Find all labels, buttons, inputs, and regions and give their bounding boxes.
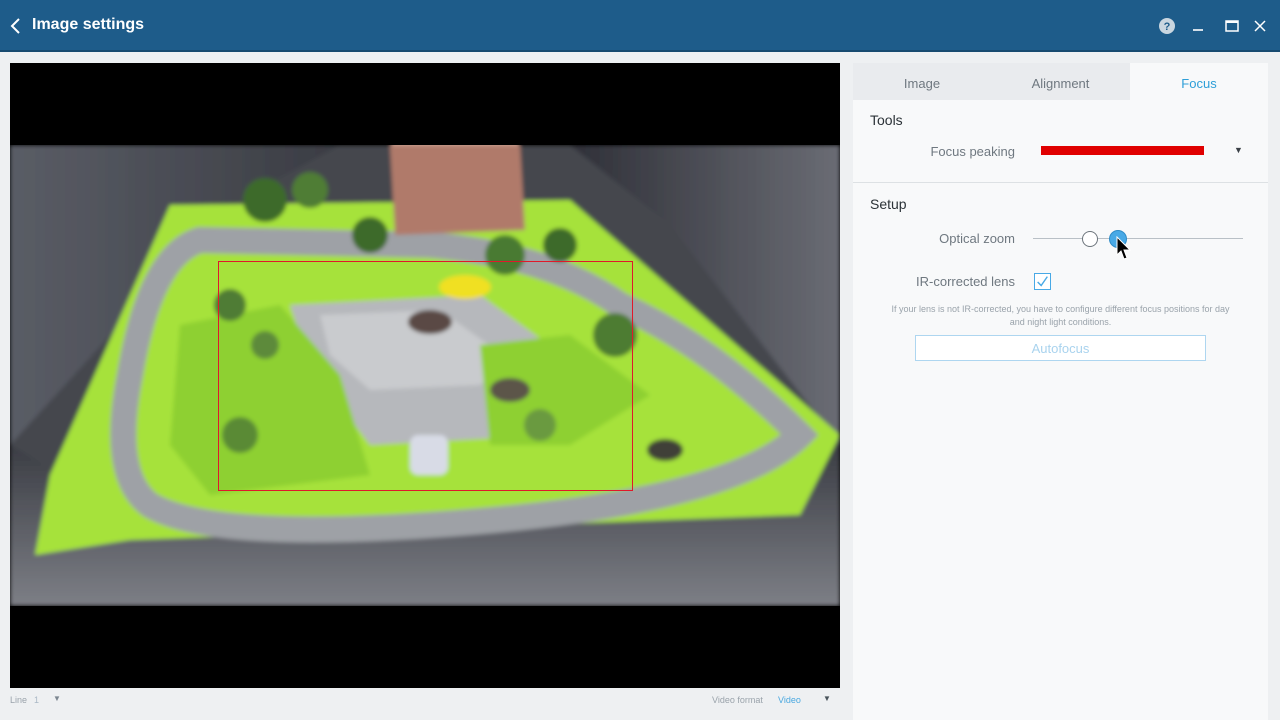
optical-zoom-slider[interactable]	[1033, 228, 1243, 250]
tools-section-title: Tools	[870, 112, 903, 128]
line-label: Line	[10, 695, 28, 705]
tab-alignment[interactable]: Alignment	[991, 63, 1130, 100]
maximize-icon[interactable]	[1223, 17, 1241, 35]
video-format-dropdown-icon[interactable]: ▼	[823, 694, 831, 703]
dropdown-arrow-icon[interactable]: ▼	[1234, 145, 1243, 155]
svg-text:?: ?	[1164, 21, 1171, 33]
settings-panel: Image Alignment Focus Tools Focus peakin…	[853, 63, 1268, 720]
video-format-label: Video format	[712, 695, 763, 705]
ir-lens-label: IR-corrected lens	[916, 274, 1015, 289]
video-footer: Line 1 ▼ Video format Video ▼	[10, 692, 840, 710]
close-icon[interactable]	[1251, 17, 1269, 35]
focus-peaking-select[interactable]: ▼	[1038, 141, 1248, 161]
tab-bar: Image Alignment Focus	[853, 63, 1268, 100]
optical-zoom-label: Optical zoom	[939, 231, 1015, 246]
autofocus-button[interactable]: Autofocus	[915, 335, 1206, 361]
tab-focus[interactable]: Focus	[1130, 63, 1268, 100]
tab-image[interactable]: Image	[853, 63, 991, 100]
slider-track[interactable]	[1033, 238, 1243, 239]
ir-lens-hint: If your lens is not IR-corrected, you ha…	[891, 304, 1230, 327]
title-bar: Image settings ?	[0, 0, 1280, 52]
line-dropdown-icon[interactable]: ▼	[53, 694, 61, 703]
video-preview[interactable]	[10, 63, 840, 688]
focus-peaking-label: Focus peaking	[930, 144, 1015, 159]
minimize-icon[interactable]	[1189, 17, 1207, 35]
video-format-value[interactable]: Video	[778, 695, 801, 705]
ir-lens-checkbox[interactable]	[1034, 273, 1051, 290]
focus-peaking-color-swatch	[1041, 146, 1204, 155]
focus-region[interactable]	[218, 261, 633, 491]
section-divider	[853, 182, 1268, 183]
page-title: Image settings	[32, 16, 145, 33]
chevron-left-icon[interactable]	[6, 14, 26, 38]
setup-section-title: Setup	[870, 196, 907, 212]
mouse-cursor-icon	[1116, 236, 1132, 260]
line-value[interactable]: 1	[34, 695, 39, 705]
slider-reference-marker	[1082, 231, 1098, 247]
checkmark-icon	[1037, 276, 1048, 287]
help-icon[interactable]: ?	[1158, 17, 1176, 35]
